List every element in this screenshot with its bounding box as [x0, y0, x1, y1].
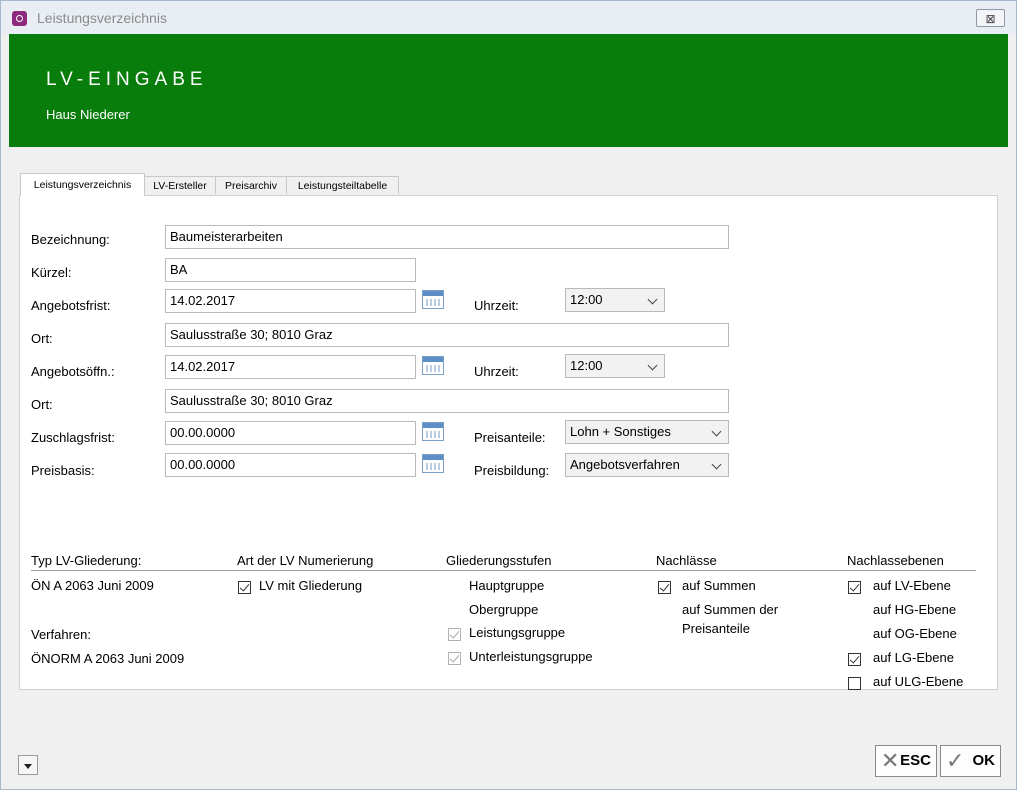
app-icon	[12, 11, 27, 26]
verfahren-label: Verfahren:	[31, 627, 91, 642]
auf-ulg-ebene-label: auf ULG-Ebene	[873, 674, 964, 689]
auf-hg-ebene-label: auf HG-Ebene	[873, 602, 957, 617]
esc-label: ESC	[900, 752, 931, 769]
angebotsfrist-field[interactable]: 14.02.2017	[165, 289, 416, 313]
lv-mit-gliederung-label: LV mit Gliederung	[259, 578, 363, 593]
section-divider	[31, 570, 976, 571]
angebotsfrist-time-select[interactable]: 12:00	[565, 288, 665, 312]
lv-mit-gliederung-checkbox[interactable]	[238, 581, 251, 594]
bezeichnung-label: Bezeichnung:	[31, 232, 110, 247]
auf-summen-label: auf Summen	[682, 578, 756, 593]
banner-title: LV-EINGABE	[46, 69, 208, 90]
chevron-down-icon	[647, 360, 658, 371]
auf-summen-der-label: auf Summen der	[682, 602, 779, 617]
obergruppe-label: Obergruppe	[469, 602, 539, 617]
preisanteile-select[interactable]: Lohn + Sonstiges	[565, 420, 729, 444]
header-banner: LV-EINGABE Haus Niederer	[9, 34, 1008, 147]
window-title: Leistungsverzeichnis	[37, 10, 167, 26]
auf-summen-checkbox[interactable]	[658, 581, 671, 594]
numerierung-header: Art der LV Numerierung	[237, 553, 374, 568]
banner-subtitle: Haus Niederer	[46, 107, 130, 122]
calendar-icon[interactable]	[422, 422, 444, 441]
calendar-icon[interactable]	[422, 356, 444, 375]
tab-lv-ersteller[interactable]: LV-Ersteller	[144, 176, 216, 194]
ort1-field[interactable]: Saulusstraße 30; 8010 Graz	[165, 323, 729, 347]
ort2-field[interactable]: Saulusstraße 30; 8010 Graz	[165, 389, 729, 413]
title-bar: Leistungsverzeichnis ⊠	[1, 1, 1016, 34]
check-icon: ✓	[946, 748, 965, 773]
chevron-down-icon	[711, 426, 722, 437]
auf-lg-ebene-label: auf LG-Ebene	[873, 650, 954, 665]
calendar-icon[interactable]	[422, 454, 444, 473]
angebotsoeffn-time-select[interactable]: 12:00	[565, 354, 665, 378]
ok-label: OK	[972, 752, 996, 769]
angebotsoeffn-uhrzeit-label: Uhrzeit:	[474, 364, 519, 379]
angebotsoeffn-label: Angebotsöffn.:	[31, 364, 115, 379]
auf-lg-ebene-checkbox[interactable]	[848, 653, 861, 666]
angebotsfrist-uhrzeit-label: Uhrzeit:	[474, 298, 519, 313]
options-dropdown-button[interactable]	[18, 755, 38, 775]
typ-value: ÖN A 2063 Juni 2009	[31, 578, 154, 593]
auf-lv-ebene-checkbox[interactable]	[848, 581, 861, 594]
calendar-icon[interactable]	[422, 290, 444, 309]
preisbildung-value: Angebotsverfahren	[570, 457, 680, 472]
preisbildung-label: Preisbildung:	[474, 463, 550, 478]
dialog-window: Leistungsverzeichnis ⊠ LV-EINGABE Haus N…	[0, 0, 1017, 790]
leistungsgruppe-label: Leistungsgruppe	[469, 625, 566, 640]
unterleistungsgruppe-checkbox	[448, 652, 461, 665]
leistungsgruppe-checkbox	[448, 628, 461, 641]
preisanteile-text: Preisanteile	[682, 621, 750, 636]
verfahren-value: ÖNORM A 2063 Juni 2009	[31, 651, 185, 666]
preisanteile-value: Lohn + Sonstiges	[570, 424, 671, 439]
angebotsoeffn-time-value: 12:00	[570, 358, 603, 373]
typ-header: Typ LV-Gliederung:	[31, 553, 142, 568]
bezeichnung-field[interactable]: Baumeisterarbeiten	[165, 225, 729, 249]
kuerzel-field[interactable]: BA	[165, 258, 416, 282]
angebotsfrist-time-value: 12:00	[570, 292, 603, 307]
kuerzel-label: Kürzel:	[31, 265, 72, 280]
unterleistungsgruppe-label: Unterleistungsgruppe	[469, 649, 593, 664]
auf-ulg-ebene-checkbox[interactable]	[848, 677, 861, 690]
tab-preisarchiv[interactable]: Preisarchiv	[215, 176, 287, 194]
chevron-down-icon	[647, 294, 658, 305]
ebenen-header: Nachlassebenen	[847, 553, 944, 568]
close-icon: ✕	[881, 748, 900, 773]
auf-lv-ebene-label: auf LV-Ebene	[873, 578, 951, 593]
preisbasis-field[interactable]: 00.00.0000	[165, 453, 416, 477]
ort1-label: Ort:	[31, 331, 53, 346]
ok-button[interactable]: ✓ OK	[940, 745, 1001, 777]
nachlaesse-header: Nachlässe	[656, 553, 717, 568]
close-button[interactable]: ⊠	[976, 9, 1005, 27]
chevron-down-icon	[711, 459, 722, 470]
ort2-label: Ort:	[31, 397, 53, 412]
gliederung-header: Gliederungsstufen	[446, 553, 552, 568]
tab-leistungsteiltabelle[interactable]: Leistungsteiltabelle	[286, 176, 399, 194]
angebotsfrist-label: Angebotsfrist:	[31, 298, 111, 313]
auf-og-ebene-label: auf OG-Ebene	[873, 626, 957, 641]
esc-button[interactable]: ✕ ESC	[875, 745, 937, 777]
tab-leistungsverzeichnis[interactable]: Leistungsverzeichnis	[20, 173, 145, 196]
angebotsoeffn-field[interactable]: 14.02.2017	[165, 355, 416, 379]
preisbasis-label: Preisbasis:	[31, 463, 95, 478]
zuschlagsfrist-field[interactable]: 00.00.0000	[165, 421, 416, 445]
hauptgruppe-label: Hauptgruppe	[469, 578, 545, 593]
preisbildung-select[interactable]: Angebotsverfahren	[565, 453, 729, 477]
zuschlagsfrist-label: Zuschlagsfrist:	[31, 430, 115, 445]
preisanteile-label: Preisanteile:	[474, 430, 546, 445]
